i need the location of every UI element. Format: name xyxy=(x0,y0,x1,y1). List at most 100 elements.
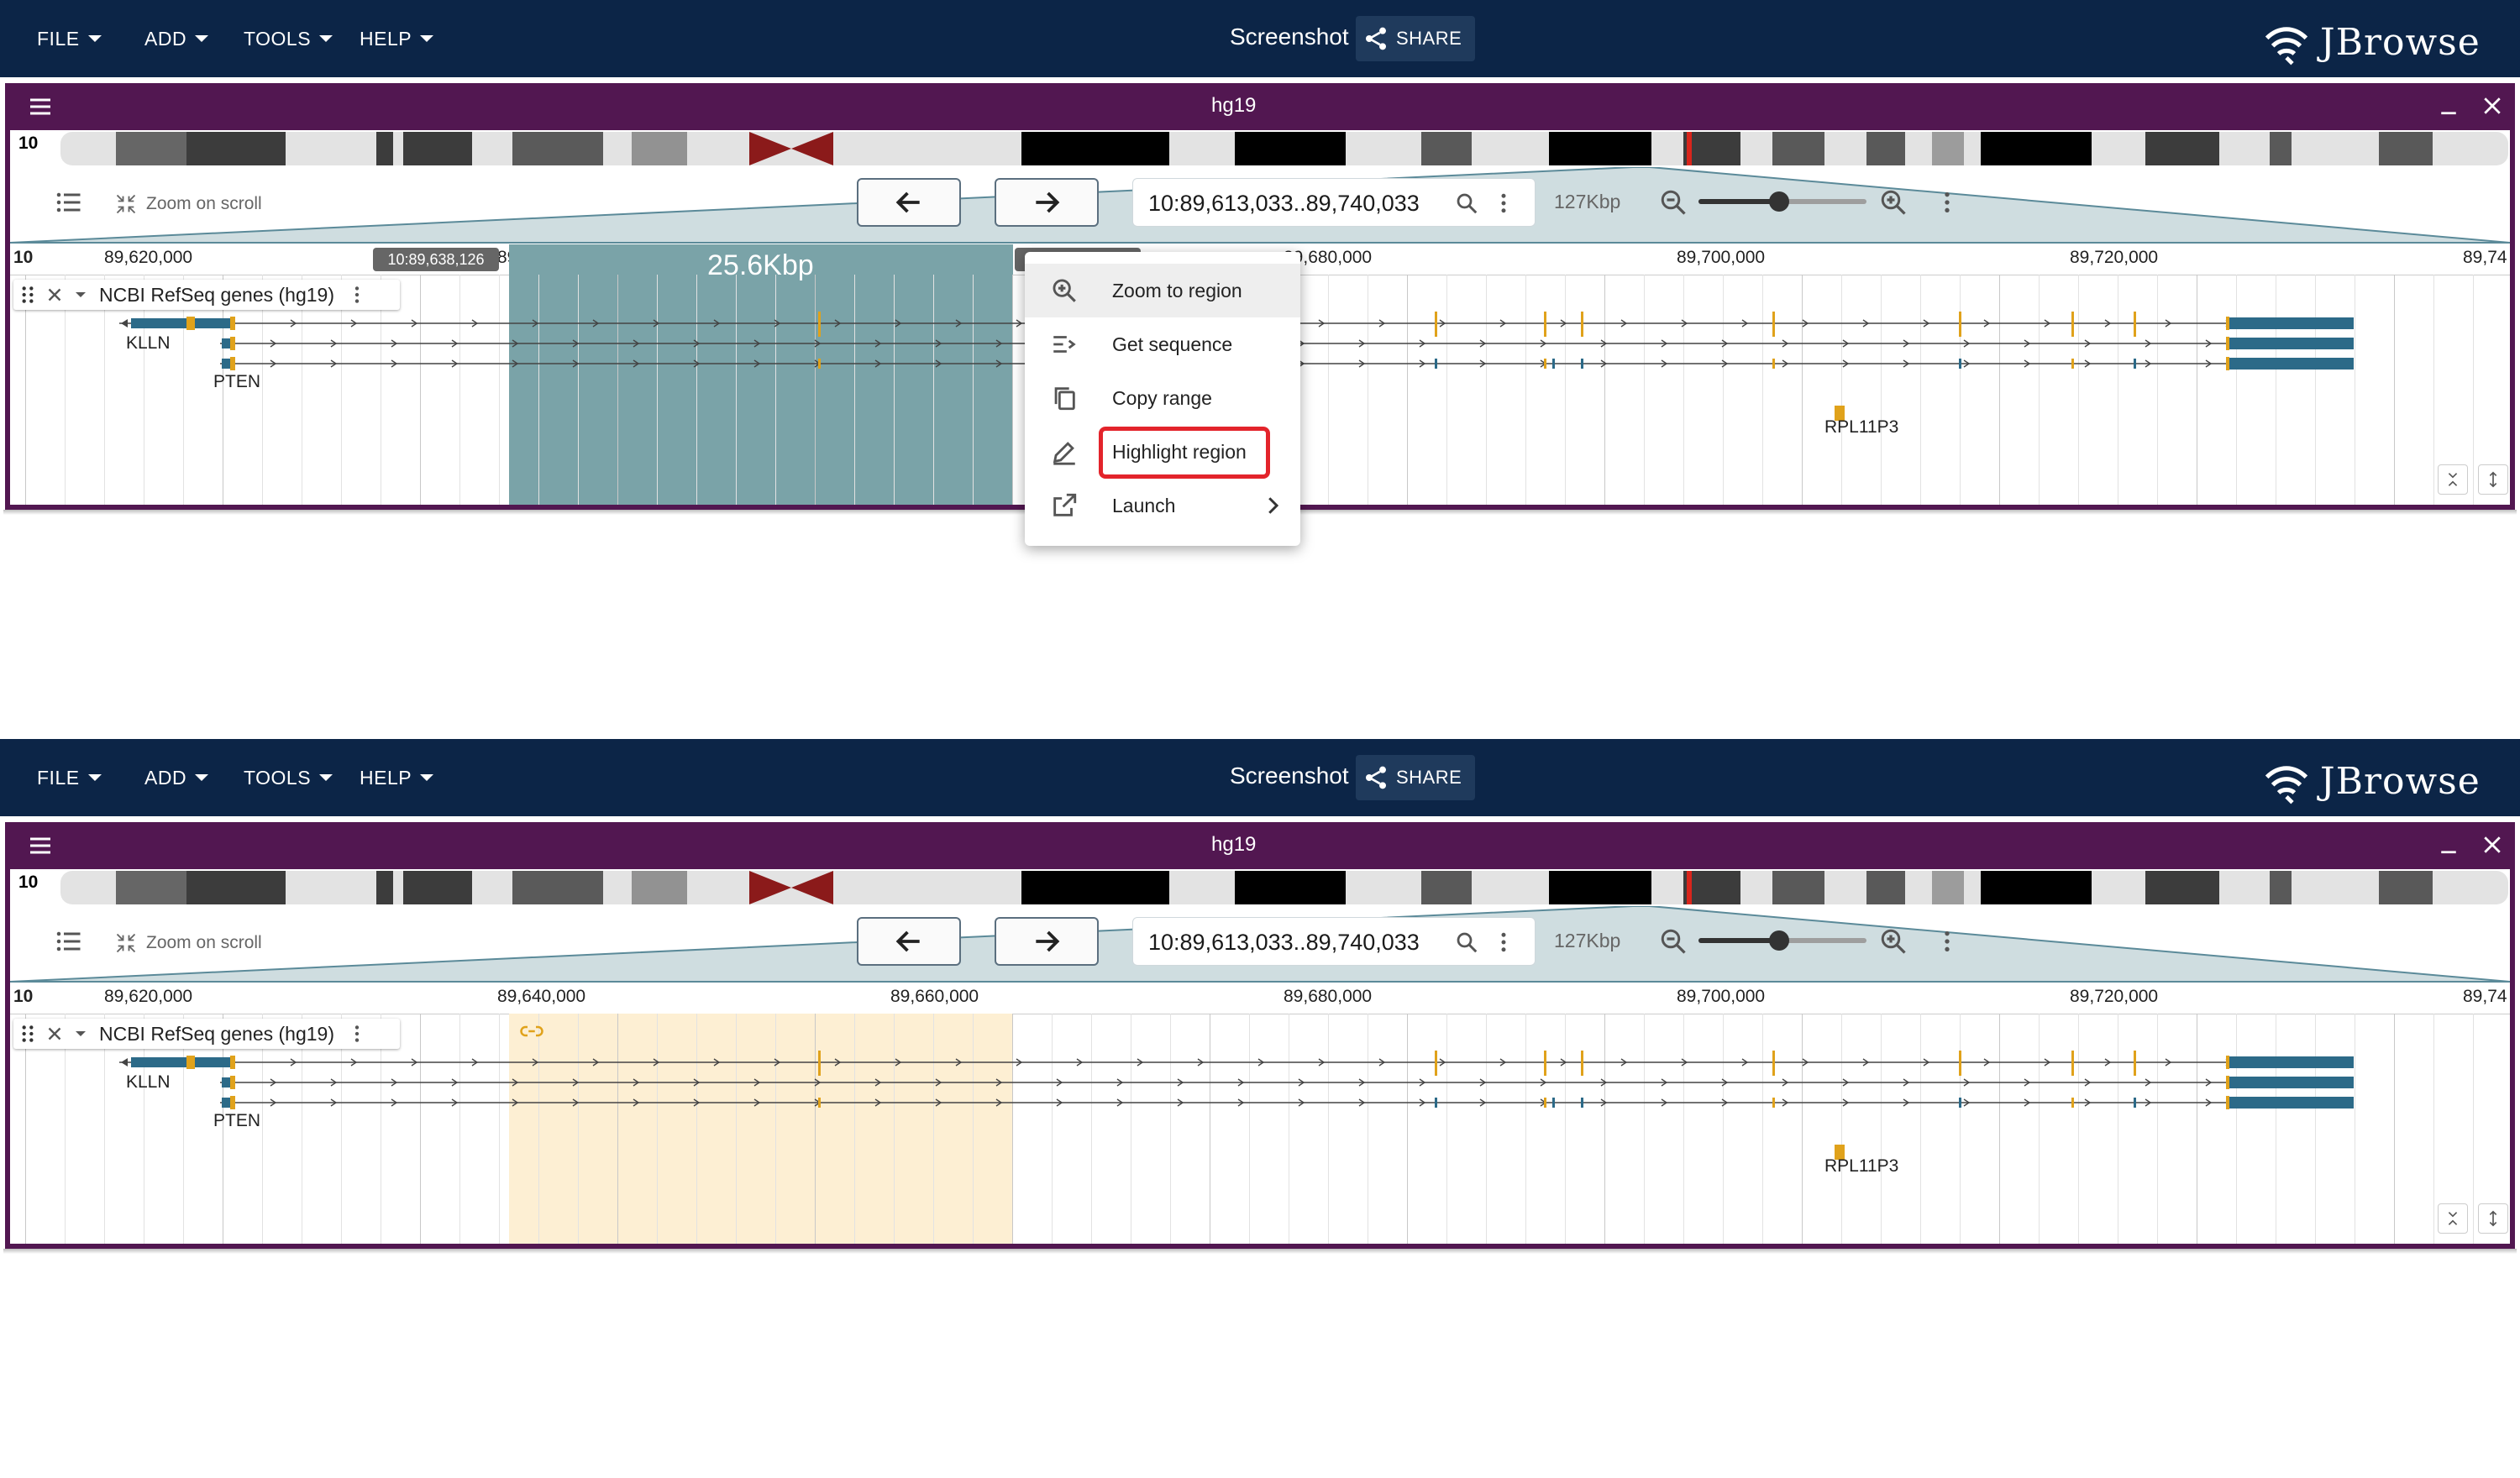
search-icon[interactable] xyxy=(1454,930,1479,955)
arrow-left-icon xyxy=(893,186,925,218)
help-menu-button[interactable]: HELP xyxy=(360,759,434,796)
zoom-out-icon[interactable] xyxy=(1658,926,1688,957)
region-marker xyxy=(1687,132,1692,165)
collapse-tracks-button[interactable] xyxy=(2438,1203,2468,1234)
highlight-link-icon[interactable] xyxy=(519,1019,544,1044)
ideogram-band xyxy=(1021,132,1169,165)
ideogram-bar[interactable] xyxy=(60,871,2508,904)
zoom-on-scroll-toggle[interactable]: Zoom on scroll xyxy=(114,192,262,216)
track-label: NCBI RefSeq genes (hg19) xyxy=(13,280,400,310)
vertical-resize-icon xyxy=(2484,1209,2502,1228)
zoom-slider[interactable] xyxy=(1698,930,1866,951)
ruler-tick-label: 89,640,000 xyxy=(497,987,586,1006)
track-selector-icon[interactable] xyxy=(54,926,84,957)
share-button[interactable]: SHARE xyxy=(1356,16,1475,61)
ideogram-band xyxy=(512,871,603,904)
track-selector-icon[interactable] xyxy=(54,187,84,218)
collapse-track-icon[interactable] xyxy=(71,285,91,305)
ideogram-band xyxy=(376,871,393,904)
add-menu-button[interactable]: ADD xyxy=(144,20,209,57)
zoom-slider-thumb[interactable] xyxy=(1769,191,1789,212)
location-options-icon[interactable] xyxy=(1491,191,1516,216)
share-label: SHARE xyxy=(1396,767,1462,788)
view-menu-icon[interactable] xyxy=(27,832,54,859)
view-header: hg19 xyxy=(10,822,2510,869)
context-menu: Zoom to region Get sequence Copy range High… xyxy=(1025,252,1300,546)
ideogram-band xyxy=(2379,871,2433,904)
ideogram-bar[interactable] xyxy=(60,132,2508,165)
zoom-out-icon[interactable] xyxy=(1658,187,1688,218)
track-menu-icon[interactable] xyxy=(346,1023,368,1045)
drag-handle-icon[interactable] xyxy=(17,1023,39,1045)
zoom-in-icon[interactable] xyxy=(1878,187,1908,218)
launch-label: Launch xyxy=(1112,494,1176,516)
minimize-icon[interactable] xyxy=(2436,93,2461,118)
collapse-tracks-button[interactable] xyxy=(2438,464,2468,495)
selection-start-tooltip: 10:89,638,126 xyxy=(373,248,499,271)
get-sequence-menu-item[interactable]: Get sequence xyxy=(1025,317,1300,371)
gene-label-rpl11p3: RPL11P3 xyxy=(1824,417,1899,437)
location-search-box[interactable]: 10:89,613,033..89,740,033 xyxy=(1132,917,1536,966)
location-search-box[interactable]: 10:89,613,033..89,740,033 xyxy=(1132,178,1536,227)
scroll-left-button[interactable] xyxy=(857,178,961,227)
add-menu-label: ADD xyxy=(144,766,187,789)
ideogram-band xyxy=(1772,871,1824,904)
resize-track-button[interactable] xyxy=(2478,464,2508,495)
location-input[interactable]: 10:89,613,033..89,740,033 xyxy=(1148,191,1420,217)
ideogram-band xyxy=(512,132,603,165)
bp-per-view: 127Kbp xyxy=(1554,930,1621,951)
view-options-icon[interactable] xyxy=(1934,928,1961,955)
launch-menu-item[interactable]: Launch xyxy=(1025,479,1300,532)
ideogram-band xyxy=(403,871,472,904)
drag-handle-icon[interactable] xyxy=(17,284,39,306)
help-menu-button[interactable]: HELP xyxy=(360,20,434,57)
top-screenshot: FILE ADD TOOLS HELP Screenshot SHARE JBrowse hg… xyxy=(0,0,2520,546)
close-track-icon[interactable] xyxy=(44,1023,66,1045)
collapse-track-icon[interactable] xyxy=(71,1024,91,1044)
scroll-right-button[interactable] xyxy=(995,178,1099,227)
view-options-icon[interactable] xyxy=(1934,189,1961,216)
view-menu-icon[interactable] xyxy=(27,93,54,120)
location-input[interactable]: 10:89,613,033..89,740,033 xyxy=(1148,930,1420,956)
share-icon xyxy=(1362,764,1389,791)
add-menu-button[interactable]: ADD xyxy=(144,759,209,796)
resize-track-button[interactable] xyxy=(2478,1203,2508,1234)
app-bar: FILE ADD TOOLS HELP Screenshot SHARE JBrowse xyxy=(0,0,2520,77)
share-button[interactable]: SHARE xyxy=(1356,755,1475,800)
view-title: hg19 xyxy=(1211,94,1257,117)
ideogram-band xyxy=(1235,871,1346,904)
file-menu-button[interactable]: FILE xyxy=(37,759,102,796)
ideogram-band xyxy=(116,132,186,165)
help-menu-label: HELP xyxy=(360,27,412,50)
copy-range-label: Copy range xyxy=(1112,386,1212,409)
tools-menu-button[interactable]: TOOLS xyxy=(244,759,333,796)
search-icon[interactable] xyxy=(1454,191,1479,216)
close-view-icon[interactable] xyxy=(2480,93,2505,118)
caret-down-icon xyxy=(87,774,102,781)
view-header: hg19 xyxy=(10,83,2510,130)
location-options-icon[interactable] xyxy=(1491,930,1516,955)
zoom-in-icon[interactable] xyxy=(1878,926,1908,957)
file-menu-button[interactable]: FILE xyxy=(37,20,102,57)
caret-down-icon xyxy=(319,774,333,781)
scroll-right-button[interactable] xyxy=(995,917,1099,966)
scroll-left-button[interactable] xyxy=(857,917,961,966)
ideogram-band xyxy=(1549,871,1651,904)
close-track-icon[interactable] xyxy=(44,284,66,306)
zoom-slider-thumb[interactable] xyxy=(1769,930,1789,951)
ideogram-band xyxy=(1421,871,1472,904)
track-menu-icon[interactable] xyxy=(346,284,368,306)
centromere xyxy=(749,132,833,165)
zoom-to-region-menu-item[interactable]: Zoom to region xyxy=(1025,264,1300,317)
close-view-icon[interactable] xyxy=(2480,832,2505,857)
zoom-slider[interactable] xyxy=(1698,191,1866,212)
zoom-to-region-label: Zoom to region xyxy=(1112,279,1242,301)
ruler-tick-label: 89,720,000 xyxy=(2070,248,2159,267)
tools-menu-button[interactable]: TOOLS xyxy=(244,20,333,57)
ruler-tick-label: 89,660,000 xyxy=(890,987,979,1006)
caret-down-icon xyxy=(195,35,209,42)
jbrowse-logo: JBrowse xyxy=(2260,17,2481,67)
minimize-icon[interactable] xyxy=(2436,832,2461,857)
copy-range-menu-item[interactable]: Copy range xyxy=(1025,371,1300,425)
zoom-on-scroll-toggle[interactable]: Zoom on scroll xyxy=(114,931,262,955)
